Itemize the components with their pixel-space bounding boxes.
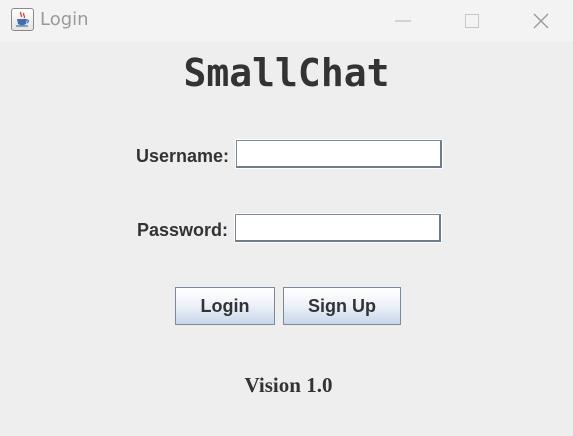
password-input[interactable]	[234, 213, 442, 243]
window-title: Login	[40, 9, 89, 30]
username-label: Username:	[135, 146, 229, 166]
close-button[interactable]	[506, 0, 573, 42]
minimize-button[interactable]	[368, 0, 438, 42]
login-window: Login SmallChat Username: Password: Logi…	[0, 0, 573, 436]
app-title: SmallChat	[183, 51, 390, 95]
username-input[interactable]	[235, 139, 443, 169]
maximize-button[interactable]	[437, 0, 507, 42]
java-cup-icon	[11, 8, 34, 31]
title-bar[interactable]: Login	[0, 0, 573, 42]
password-label: Password:	[136, 220, 228, 240]
version-label: Vision 1.0	[244, 373, 333, 397]
login-button[interactable]: Login	[175, 287, 275, 325]
sign-up-button[interactable]: Sign Up	[283, 287, 401, 325]
